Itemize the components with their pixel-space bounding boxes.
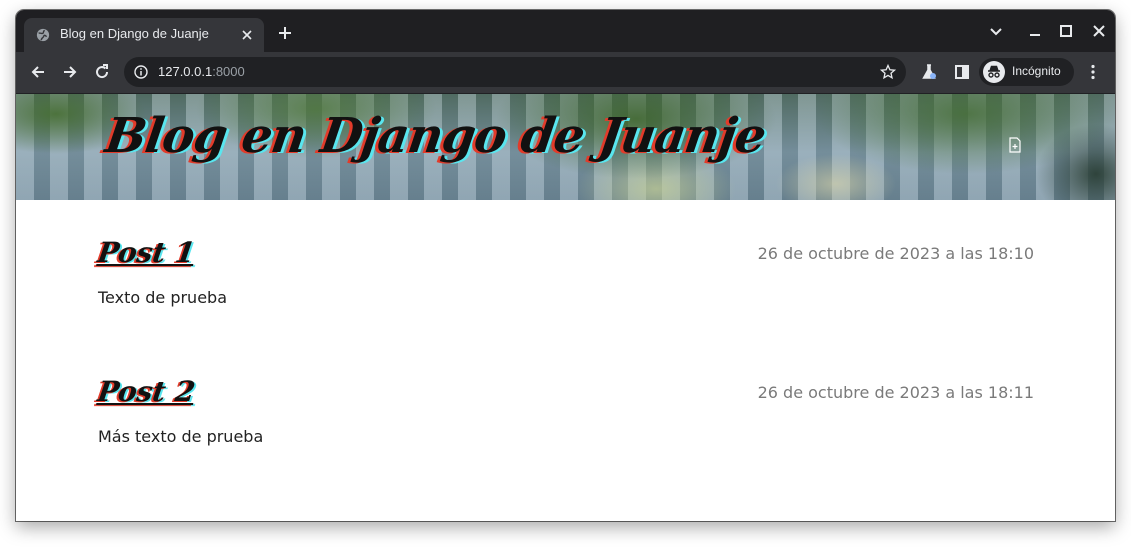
forward-icon[interactable] <box>61 63 79 81</box>
back-icon[interactable] <box>29 63 47 81</box>
url-text: 127.0.0.1:8000 <box>158 64 245 79</box>
blog-header: Blog en Django de Juanje <box>16 94 1115 200</box>
side-panel-icon[interactable] <box>953 63 971 81</box>
new-tab-button[interactable] <box>277 25 293 41</box>
url-host: 127.0.0.1 <box>158 64 213 79</box>
incognito-icon <box>983 61 1005 83</box>
browser-window: Blog en Django de Juanje 127.0.0.1:8000 … <box>16 10 1115 521</box>
maximize-icon[interactable] <box>1057 22 1075 40</box>
file-plus-icon[interactable] <box>1008 137 1022 153</box>
post-title-link[interactable]: Post 2 <box>96 375 198 408</box>
menu-kebab-icon[interactable] <box>1084 63 1102 81</box>
post-date: 26 de octubre de 2023 a las 18:10 <box>757 244 1034 263</box>
toolbar: 127.0.0.1:8000 Incógnito <box>16 52 1115 94</box>
url-port: :8000 <box>212 64 245 79</box>
title-bar: Blog en Django de Juanje <box>16 10 1115 52</box>
page-content: Blog en Django de Juanje Post 1 26 de oc… <box>16 94 1115 521</box>
minimize-icon[interactable] <box>1026 22 1044 40</box>
tab-title: Blog en Django de Juanje <box>60 26 209 41</box>
blog-title[interactable]: Blog en Django de Juanje <box>102 108 769 164</box>
incognito-profile-button[interactable]: Incógnito <box>979 58 1074 86</box>
globe-icon <box>36 28 50 42</box>
post-text: Texto de prueba <box>98 288 227 307</box>
incognito-label: Incógnito <box>1012 64 1061 78</box>
post-text: Más texto de prueba <box>98 427 264 446</box>
post-date: 26 de octubre de 2023 a las 18:11 <box>757 383 1034 402</box>
tab-active[interactable]: Blog en Django de Juanje <box>24 18 264 52</box>
bookmark-star-icon[interactable] <box>880 64 896 80</box>
site-info-icon[interactable] <box>134 65 148 79</box>
reload-icon[interactable] <box>93 63 111 81</box>
labs-flask-icon[interactable] <box>920 63 938 81</box>
address-bar[interactable]: 127.0.0.1:8000 <box>124 57 906 87</box>
close-icon[interactable] <box>240 28 254 42</box>
post-title-link[interactable]: Post 1 <box>96 236 198 269</box>
window-close-icon[interactable] <box>1090 22 1108 40</box>
tab-search-icon[interactable] <box>987 22 1005 40</box>
